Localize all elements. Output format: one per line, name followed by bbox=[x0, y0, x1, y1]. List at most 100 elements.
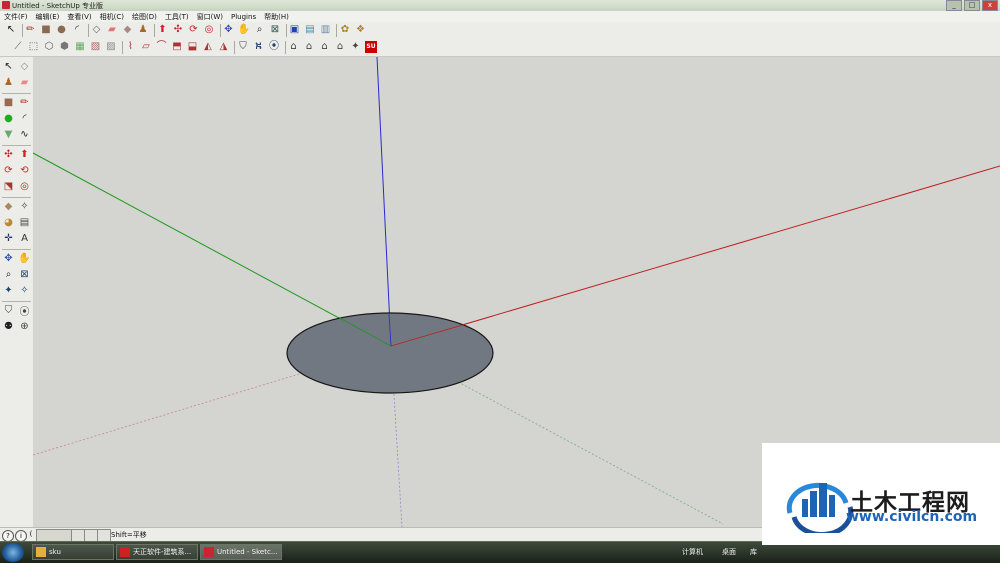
look-around-icon[interactable]: ⦿ bbox=[268, 41, 280, 53]
sandbox-flip-icon[interactable]: ◮ bbox=[218, 41, 230, 53]
freehand-tool-icon[interactable]: ∿ bbox=[18, 128, 31, 141]
zoom-window-icon[interactable]: ⊠ bbox=[18, 268, 31, 281]
dimension-tool-icon[interactable]: ✧ bbox=[18, 200, 31, 213]
follow-me-icon[interactable]: ⟲ bbox=[18, 164, 31, 177]
maximize-button[interactable]: □ bbox=[964, 0, 980, 11]
position-camera-icon[interactable]: ⛉ bbox=[2, 304, 15, 317]
orbit-tool-icon[interactable]: ✥ bbox=[2, 252, 15, 265]
taskbar-item-tangent[interactable]: 天正软件-建筑系... bbox=[116, 544, 198, 560]
taskbar-item-folder[interactable]: sku bbox=[32, 544, 114, 560]
arc-tool-icon[interactable]: ◜ bbox=[71, 24, 83, 36]
circle-tool-icon[interactable]: ● bbox=[2, 112, 15, 125]
hidden-line-icon[interactable]: ⬢ bbox=[59, 41, 71, 53]
walk-tool-icon[interactable]: ⚉ bbox=[2, 320, 15, 333]
rectangle-tool-icon[interactable]: ■ bbox=[2, 96, 15, 109]
shaded-style-icon[interactable]: ▦ bbox=[74, 41, 86, 53]
protractor-tool-icon[interactable]: ◕ bbox=[2, 216, 15, 229]
pencil-tool-icon[interactable]: ✏ bbox=[25, 24, 37, 36]
toolbar-separator bbox=[2, 249, 31, 250]
get-photo-texture-icon[interactable]: ✿ bbox=[339, 24, 351, 36]
textured-style-icon[interactable]: ▧ bbox=[90, 41, 102, 53]
minimize-button[interactable]: _ bbox=[946, 0, 962, 11]
offset-tool-icon[interactable]: ◎ bbox=[18, 180, 31, 193]
front-view-icon[interactable]: ⌂ bbox=[288, 41, 300, 53]
line-tool-icon[interactable]: ✏ bbox=[18, 96, 31, 109]
tape-measure-icon[interactable]: ◆ bbox=[2, 200, 15, 213]
zoom-extents-icon[interactable]: ⊠ bbox=[269, 24, 281, 36]
position-camera-icon[interactable]: ⛉ bbox=[237, 41, 249, 53]
tray-computer[interactable]: 计算机 bbox=[682, 547, 703, 557]
arc-tool-icon[interactable]: ◜ bbox=[18, 112, 31, 125]
select-tool-icon[interactable]: ↖ bbox=[2, 60, 15, 73]
make-component-icon[interactable]: ◇ bbox=[91, 24, 103, 36]
right-view-icon[interactable]: ⌂ bbox=[334, 41, 346, 53]
start-button[interactable] bbox=[2, 543, 24, 562]
select-tool-icon[interactable]: ↖ bbox=[5, 24, 17, 36]
iso-view-icon[interactable]: ✦ bbox=[350, 41, 362, 53]
xray-style-icon[interactable]: ⬚ bbox=[28, 41, 40, 53]
push-pull-icon[interactable]: ⬆ bbox=[18, 148, 31, 161]
push-pull-icon[interactable]: ⬆ bbox=[157, 24, 169, 36]
menu-item-1[interactable]: 编辑(E) bbox=[32, 12, 64, 22]
menu-item-2[interactable]: 查看(V) bbox=[63, 12, 95, 22]
tape-measure-icon[interactable]: ◆ bbox=[122, 24, 134, 36]
section-plane-icon[interactable]: ⟋ bbox=[12, 41, 24, 53]
wireframe-style-icon[interactable]: ⬡ bbox=[43, 41, 55, 53]
pan-tool-icon[interactable]: ✋ bbox=[18, 252, 31, 265]
back-view-icon[interactable]: ⌂ bbox=[303, 41, 315, 53]
pan-tool-icon[interactable]: ✋ bbox=[238, 24, 250, 36]
get-models-icon[interactable]: ▣ bbox=[289, 24, 301, 36]
rotate-tool-icon[interactable]: ⟳ bbox=[188, 24, 200, 36]
sandbox-scratch-icon[interactable]: ▱ bbox=[140, 41, 152, 53]
axes-tool-icon[interactable]: ✛ bbox=[2, 232, 15, 245]
window-titlebar[interactable]: Untitled - SketchUp 专业版 _ □ x bbox=[0, 0, 1000, 11]
rectangle-tool-icon[interactable]: ■ bbox=[40, 24, 52, 36]
toolbar-separator bbox=[2, 145, 31, 146]
previous-view-icon[interactable]: ✧ bbox=[18, 284, 31, 297]
eraser-tool-icon[interactable]: ▰ bbox=[18, 76, 31, 89]
menu-item-3[interactable]: 相机(C) bbox=[96, 12, 128, 22]
tray-library[interactable]: 库 bbox=[750, 547, 757, 557]
section-plane-icon[interactable]: ⊕ bbox=[18, 320, 31, 333]
sandbox-detail-icon[interactable]: ◭ bbox=[202, 41, 214, 53]
polygon-tool-icon[interactable]: ▼ bbox=[2, 128, 15, 141]
move-tool-icon[interactable]: ✣ bbox=[2, 148, 15, 161]
zoom-tool-icon[interactable]: ⌕ bbox=[2, 268, 15, 281]
monochrome-style-icon[interactable]: ▨ bbox=[105, 41, 117, 53]
paint-bucket-icon[interactable]: ♟ bbox=[2, 76, 15, 89]
menu-item-6[interactable]: 窗口(W) bbox=[193, 12, 227, 22]
menu-item-7[interactable]: Plugins bbox=[227, 13, 260, 21]
menu-item-4[interactable]: 绘图(D) bbox=[128, 12, 161, 22]
text-tool-icon[interactable]: ▤ bbox=[18, 216, 31, 229]
zoom-tool-icon[interactable]: ⌕ bbox=[254, 24, 266, 36]
component-options-icon[interactable]: ❖ bbox=[355, 24, 367, 36]
circle-tool-icon[interactable]: ● bbox=[56, 24, 68, 36]
left-view-icon[interactable]: ⌂ bbox=[319, 41, 331, 53]
plugin-su-icon[interactable]: SU bbox=[365, 41, 377, 53]
sandbox-stamp-icon[interactable]: ⬒ bbox=[171, 41, 183, 53]
walk-tool-icon[interactable]: ⛕ bbox=[253, 41, 265, 53]
look-around-icon[interactable]: ⦿ bbox=[18, 304, 31, 318]
orbit-tool-icon[interactable]: ✥ bbox=[223, 24, 235, 36]
share-model-icon[interactable]: ▤ bbox=[304, 24, 316, 36]
close-button[interactable]: x bbox=[982, 0, 998, 11]
tray-desktop[interactable]: 桌面 bbox=[722, 547, 736, 557]
eraser-tool-icon[interactable]: ▰ bbox=[106, 24, 118, 36]
sandbox-contours-icon[interactable]: ⌇ bbox=[125, 41, 137, 53]
share-component-icon[interactable]: ▥ bbox=[320, 24, 332, 36]
rotate-tool-icon[interactable]: ⟳ bbox=[2, 164, 15, 177]
zoom-extents-icon[interactable]: ✦ bbox=[2, 284, 15, 297]
sandbox-drape-icon[interactable]: ⬓ bbox=[187, 41, 199, 53]
paint-bucket-icon[interactable]: ♟ bbox=[137, 24, 149, 36]
move-tool-icon[interactable]: ✣ bbox=[172, 24, 184, 36]
menu-item-5[interactable]: 工具(T) bbox=[161, 12, 193, 22]
menu-item-0[interactable]: 文件(F) bbox=[0, 12, 32, 22]
taskbar-item-sketchup[interactable]: Untitled - Sketc... bbox=[200, 544, 282, 560]
offset-tool-icon[interactable]: ◎ bbox=[203, 24, 215, 36]
make-component-icon[interactable]: ◇ bbox=[18, 60, 31, 73]
menu-item-8[interactable]: 帮助(H) bbox=[260, 12, 293, 22]
3d-text-icon[interactable]: A bbox=[18, 232, 31, 245]
sandbox-smoove-icon[interactable]: ⌒ bbox=[156, 41, 168, 53]
scale-tool-icon[interactable]: ⬔ bbox=[2, 180, 15, 193]
window-controls: _ □ x bbox=[946, 0, 998, 11]
